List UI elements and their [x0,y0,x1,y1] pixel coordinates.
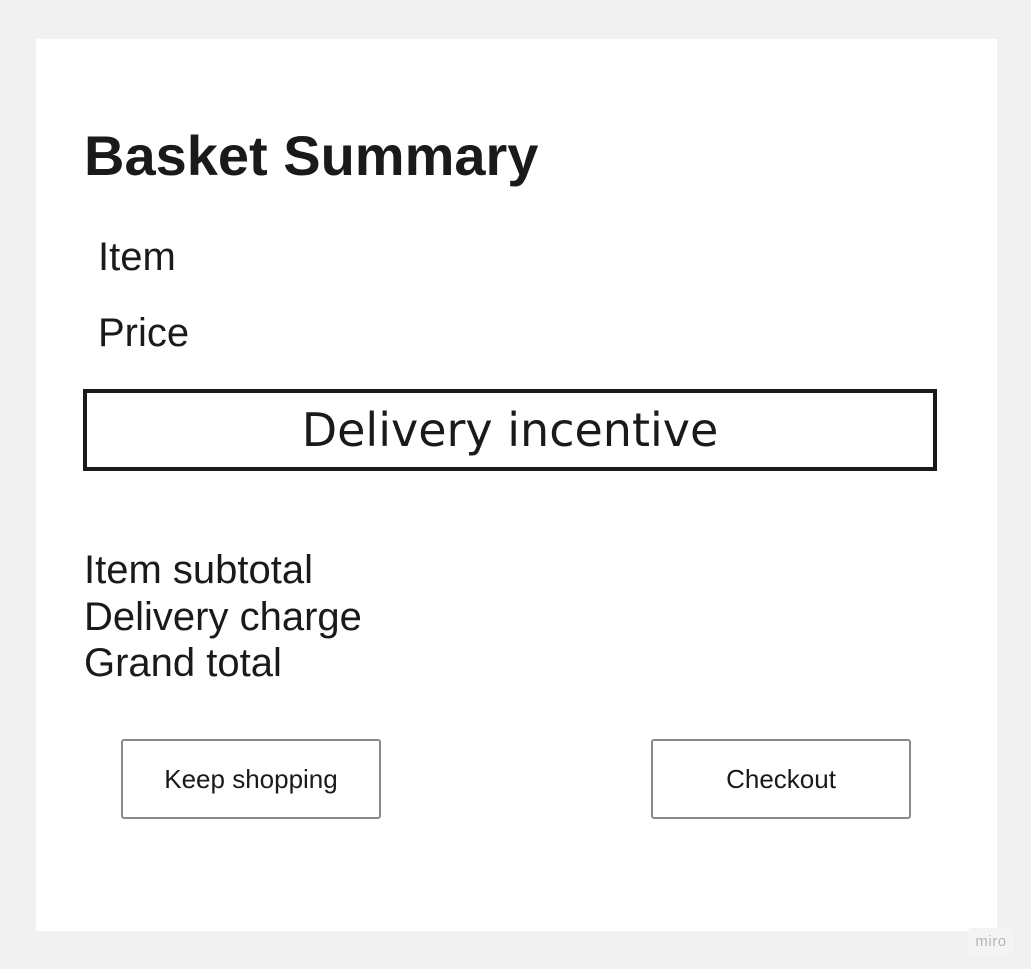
item-subtotal-label: Item subtotal [84,548,314,592]
totals-section: Item subtotal Delivery charge Grand tota… [84,547,362,687]
basket-summary-card: Basket Summary Item Price Delivery incen… [36,39,997,931]
grand-total-label: Grand total [84,641,282,685]
item-label: Item [98,235,176,279]
keep-shopping-button[interactable]: Keep shopping [121,739,381,819]
delivery-incentive-label: Delivery incentive [301,403,719,457]
price-label: Price [98,311,190,355]
checkout-button[interactable]: Checkout [651,739,911,819]
delivery-incentive-box: Delivery incentive [83,389,937,471]
page-title: Basket Summary [84,124,539,187]
miro-watermark: miro [968,928,1014,954]
delivery-charge-label: Delivery charge [84,594,362,639]
